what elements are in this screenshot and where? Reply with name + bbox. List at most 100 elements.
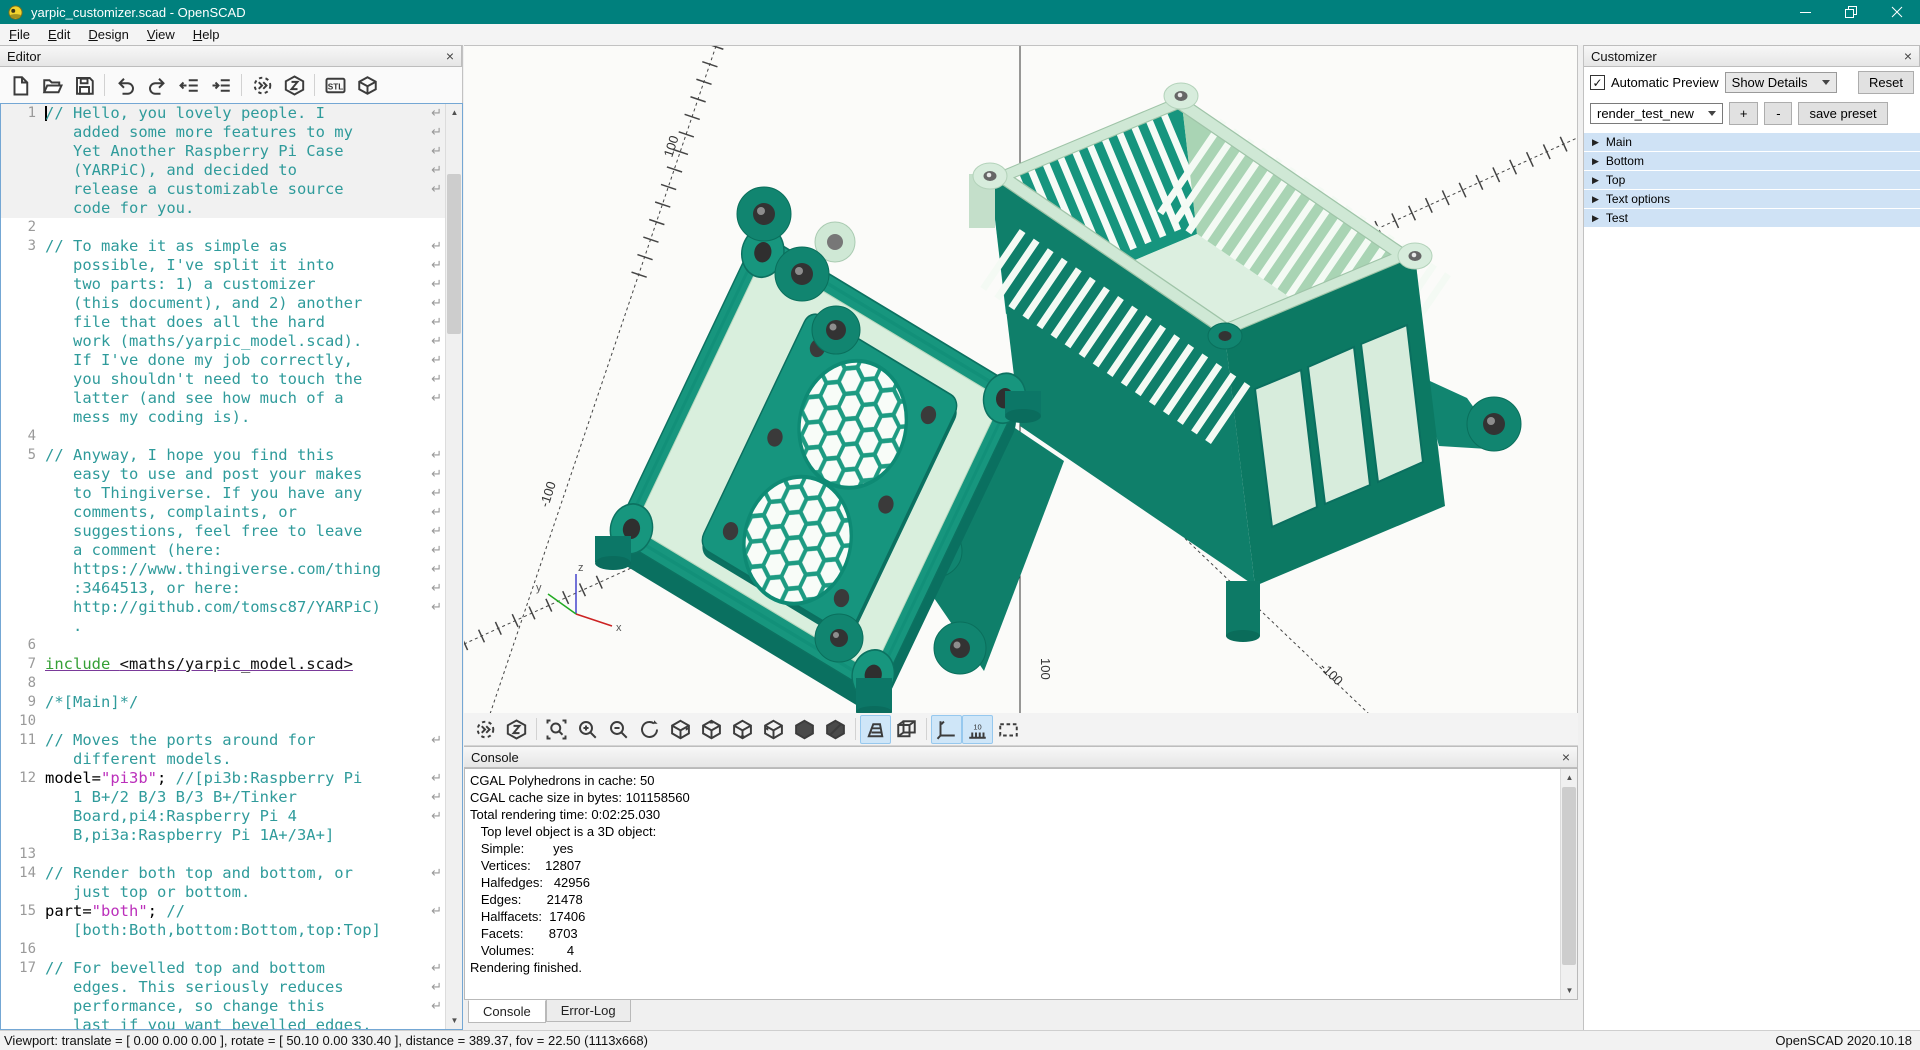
scroll-up-icon[interactable]: ▲ — [446, 104, 463, 121]
viewport-3d[interactable]: 100 -100 -100 100 — [464, 45, 1578, 715]
add-preset-button[interactable]: + — [1729, 102, 1759, 125]
code-row: code for you. — [1, 199, 445, 218]
perspective-button[interactable] — [860, 715, 891, 744]
axis-indicator: z x y — [536, 562, 622, 634]
line-wrap-icon: ↵ — [431, 161, 442, 180]
console-dock-title: Console — [471, 750, 519, 765]
console-line: Top level object is a 3D object: — [465, 823, 1577, 840]
axis-x-label: x — [616, 622, 622, 634]
scroll-down-icon[interactable]: ▼ — [446, 1012, 463, 1029]
line-number: 16 — [1, 940, 45, 959]
editor-scrollbar[interactable]: ▲ ▼ — [445, 104, 462, 1029]
section-test[interactable]: ▶Test — [1584, 209, 1920, 227]
code-row: easy to use and post your makes↵ — [1, 465, 445, 484]
editor-dock-title: Editor — [7, 49, 41, 64]
openscad-window: yarpic_customizer.scad - OpenSCAD FileEd… — [0, 0, 1920, 1050]
console-scrollbar[interactable]: ▲ ▼ — [1560, 769, 1577, 999]
view-left-button[interactable] — [758, 715, 789, 744]
tab-console[interactable]: Console — [468, 1000, 546, 1023]
view-bottom-icon — [732, 719, 753, 740]
console-close-icon[interactable]: × — [1562, 750, 1570, 764]
restore-button[interactable] — [1828, 0, 1874, 24]
view-all-button[interactable] — [993, 715, 1024, 744]
line-wrap-icon: ↵ — [431, 370, 442, 389]
code-row: If I've done my job correctly,↵ — [1, 351, 445, 370]
editor-scroll-thumb[interactable] — [447, 174, 461, 334]
menu-design[interactable]: Design — [79, 24, 137, 45]
show-scale-markers-button[interactable]: 10 — [962, 715, 993, 744]
reset-view-button[interactable] — [634, 715, 665, 744]
preview-button[interactable] — [246, 70, 278, 100]
title-bar[interactable]: yarpic_customizer.scad - OpenSCAD — [0, 0, 1920, 24]
preview-button[interactable] — [470, 715, 501, 744]
view-back-button[interactable] — [820, 715, 851, 744]
line-number — [1, 503, 45, 522]
save-preset-button[interactable]: save preset — [1798, 102, 1887, 125]
toolbar-separator — [855, 718, 856, 740]
editor-close-icon[interactable]: × — [446, 49, 454, 63]
line-number — [1, 598, 45, 617]
view-front-button[interactable] — [789, 715, 820, 744]
section-text-options[interactable]: ▶Text options — [1584, 190, 1920, 208]
console-line: Halfedges: 42956 — [465, 874, 1577, 891]
export-stl-button[interactable]: STL — [319, 70, 351, 100]
reset-button[interactable]: Reset — [1858, 71, 1914, 94]
line-wrap-icon: ↵ — [431, 522, 442, 541]
line-number — [1, 617, 45, 636]
line-wrap-icon: ↵ — [431, 446, 442, 465]
code-row: 14// Render both top and bottom, or↵ — [1, 864, 445, 883]
save-file-button[interactable] — [68, 70, 100, 100]
open-file-button[interactable] — [36, 70, 68, 100]
show-axes-button[interactable] — [931, 715, 962, 744]
new-file-button[interactable] — [4, 70, 36, 100]
line-wrap-icon: ↵ — [431, 275, 442, 294]
view-right-button[interactable] — [665, 715, 696, 744]
console-dock: Console × CGAL Polyhedrons in cache: 50C… — [464, 746, 1578, 1030]
render-button[interactable] — [278, 70, 310, 100]
menu-file[interactable]: File — [0, 24, 39, 45]
code-row: latter (and see how much of a↵ — [1, 389, 445, 408]
render-button[interactable] — [501, 715, 532, 744]
redo-button[interactable] — [141, 70, 173, 100]
line-wrap-icon: ↵ — [431, 731, 442, 750]
scroll-down-icon[interactable]: ▼ — [1561, 982, 1578, 999]
line-number — [1, 978, 45, 997]
render-icon — [506, 719, 527, 740]
viewport-3d-canvas[interactable]: 100 -100 -100 100 — [464, 46, 1577, 714]
scroll-up-icon[interactable]: ▲ — [1561, 769, 1578, 786]
preset-dropdown[interactable]: render_test_new — [1590, 103, 1723, 124]
customizer-dock-header[interactable]: Customizer × — [1584, 45, 1920, 67]
editor-dock-header[interactable]: Editor × — [0, 45, 462, 67]
menu-help[interactable]: Help — [184, 24, 229, 45]
unindent-button[interactable] — [173, 70, 205, 100]
console-dock-header[interactable]: Console × — [464, 746, 1578, 768]
indent-button[interactable] — [205, 70, 237, 100]
section-main[interactable]: ▶Main — [1584, 133, 1920, 151]
details-dropdown[interactable]: Show Details — [1725, 72, 1837, 93]
zoom-all-button[interactable] — [541, 715, 572, 744]
console-scroll-thumb[interactable] — [1562, 787, 1576, 965]
line-number — [1, 275, 45, 294]
remove-preset-button[interactable]: - — [1764, 102, 1792, 125]
automatic-preview-checkbox[interactable]: ✓ — [1590, 75, 1605, 90]
customizer-close-icon[interactable]: × — [1904, 49, 1912, 63]
code-editor[interactable]: 1// Hello, you lovely people. I↵ added s… — [0, 103, 463, 1030]
view-bottom-button[interactable] — [727, 715, 758, 744]
undo-button[interactable] — [109, 70, 141, 100]
section-top[interactable]: ▶Top — [1584, 171, 1920, 189]
console-output[interactable]: CGAL Polyhedrons in cache: 50CGAL cache … — [464, 768, 1578, 1000]
tab-error-log[interactable]: Error-Log — [546, 1000, 631, 1022]
menu-view[interactable]: View — [138, 24, 184, 45]
zoom-out-button[interactable] — [603, 715, 634, 744]
zoom-in-button[interactable] — [572, 715, 603, 744]
close-window-button[interactable] — [1874, 0, 1920, 24]
view-top-button[interactable] — [696, 715, 727, 744]
console-line: CGAL Polyhedrons in cache: 50 — [465, 772, 1577, 789]
section-bottom[interactable]: ▶Bottom — [1584, 152, 1920, 170]
orthogonal-button[interactable] — [891, 715, 922, 744]
export-3d-button[interactable] — [351, 70, 383, 100]
minimize-button[interactable] — [1782, 0, 1828, 24]
line-wrap-icon: ↵ — [431, 180, 442, 199]
line-number — [1, 332, 45, 351]
menu-edit[interactable]: Edit — [39, 24, 79, 45]
